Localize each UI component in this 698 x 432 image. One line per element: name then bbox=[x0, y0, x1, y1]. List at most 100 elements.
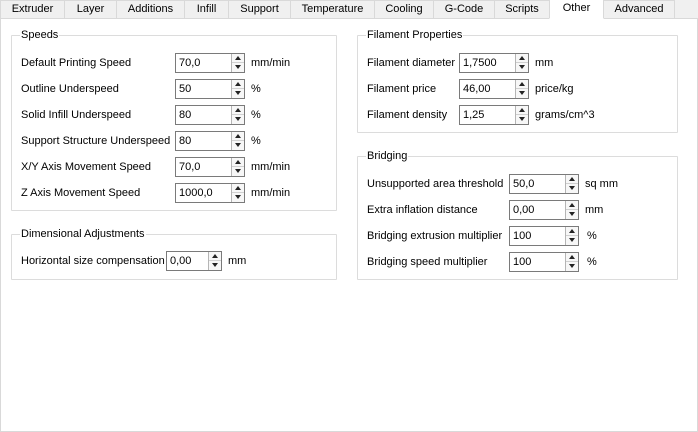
spin-up-button[interactable] bbox=[232, 80, 244, 89]
support-structure-underspeed-unit: % bbox=[251, 135, 261, 147]
unsupported-area-threshold-row: Unsupported area threshold 50,0 sq mm bbox=[367, 174, 672, 194]
spin-down-button[interactable] bbox=[566, 184, 578, 193]
tab-infill[interactable]: Infill bbox=[184, 0, 229, 19]
spinbox-arrows bbox=[565, 201, 578, 219]
default-printing-speed-spinbox[interactable]: 70,0 bbox=[175, 53, 245, 73]
solid-infill-underspeed-value: 80 bbox=[179, 109, 192, 121]
default-printing-speed-label: Default Printing Speed bbox=[21, 57, 132, 69]
spin-down-button[interactable] bbox=[566, 236, 578, 245]
xy-axis-movement-speed-spinbox[interactable]: 70,0 bbox=[175, 157, 245, 177]
spinbox-arrows bbox=[231, 158, 244, 176]
spin-up-button[interactable] bbox=[232, 132, 244, 141]
spin-up-button[interactable] bbox=[566, 227, 578, 236]
xy-axis-movement-speed-row: X/Y Axis Movement Speed 70,0 mm/min bbox=[21, 157, 331, 177]
horizontal-size-compensation-value: 0,00 bbox=[170, 255, 192, 267]
spin-up-button[interactable] bbox=[232, 106, 244, 115]
spin-up-button[interactable] bbox=[516, 106, 528, 115]
arrow-down-icon bbox=[235, 143, 241, 147]
spin-down-button[interactable] bbox=[232, 89, 244, 98]
tab-other[interactable]: Other bbox=[549, 0, 604, 19]
arrow-up-icon bbox=[569, 229, 575, 233]
arrow-up-icon bbox=[519, 108, 525, 112]
support-structure-underspeed-value: 80 bbox=[179, 135, 192, 147]
support-structure-underspeed-spinbox[interactable]: 80 bbox=[175, 131, 245, 151]
spin-down-button[interactable] bbox=[232, 141, 244, 150]
speeds-group-title: Speeds bbox=[20, 28, 60, 42]
unsupported-area-threshold-value: 50,0 bbox=[513, 178, 535, 190]
spin-up-button[interactable] bbox=[232, 184, 244, 193]
arrow-up-icon bbox=[569, 255, 575, 259]
tab-temperature[interactable]: Temperature bbox=[290, 0, 375, 19]
filament-price-spinbox[interactable]: 46,00 bbox=[459, 79, 529, 99]
filament-density-spinbox[interactable]: 1,25 bbox=[459, 105, 529, 125]
z-axis-movement-speed-label: Z Axis Movement Speed bbox=[21, 187, 141, 199]
tab-advanced[interactable]: Advanced bbox=[603, 0, 675, 19]
unsupported-area-threshold-spinbox[interactable]: 50,0 bbox=[509, 174, 579, 194]
spin-up-button[interactable] bbox=[566, 201, 578, 210]
filament-price-row: Filament price 46,00 price/kg bbox=[367, 79, 672, 99]
spin-up-button[interactable] bbox=[232, 158, 244, 167]
xy-axis-movement-speed-label: X/Y Axis Movement Speed bbox=[21, 161, 152, 173]
arrow-up-icon bbox=[235, 82, 241, 86]
spin-up-button[interactable] bbox=[232, 54, 244, 63]
spin-up-button[interactable] bbox=[209, 252, 221, 261]
unsupported-area-threshold-label: Unsupported area threshold bbox=[367, 178, 504, 190]
spinbox-arrows bbox=[565, 253, 578, 271]
bridging-speed-multiplier-unit: % bbox=[587, 256, 597, 268]
filament-diameter-spinbox[interactable]: 1,7500 bbox=[459, 53, 529, 73]
extra-inflation-distance-spinbox[interactable]: 0,00 bbox=[509, 200, 579, 220]
tab-cooling[interactable]: Cooling bbox=[374, 0, 434, 19]
bridging-extrusion-multiplier-spinbox[interactable]: 100 bbox=[509, 226, 579, 246]
tab-additions[interactable]: Additions bbox=[116, 0, 185, 19]
spinbox-arrows bbox=[231, 184, 244, 202]
spinbox-arrows bbox=[515, 80, 528, 98]
solid-infill-underspeed-spinbox[interactable]: 80 bbox=[175, 105, 245, 125]
outline-underspeed-row: Outline Underspeed 50 % bbox=[21, 79, 331, 99]
arrow-up-icon bbox=[519, 56, 525, 60]
support-structure-underspeed-label: Support Structure Underspeed bbox=[21, 135, 171, 147]
tab-gcode[interactable]: G-Code bbox=[433, 0, 495, 19]
filament-diameter-row: Filament diameter 1,7500 mm bbox=[367, 53, 672, 73]
arrow-up-icon bbox=[235, 56, 241, 60]
spin-down-button[interactable] bbox=[232, 115, 244, 124]
spin-up-button[interactable] bbox=[566, 175, 578, 184]
bridging-speed-multiplier-label: Bridging speed multiplier bbox=[367, 256, 488, 268]
tab-support[interactable]: Support bbox=[228, 0, 291, 19]
spin-down-button[interactable] bbox=[566, 210, 578, 219]
tab-layer[interactable]: Layer bbox=[64, 0, 117, 19]
arrow-down-icon bbox=[235, 117, 241, 121]
spin-down-button[interactable] bbox=[209, 261, 221, 270]
xy-axis-movement-speed-value: 70,0 bbox=[179, 161, 201, 173]
spin-down-button[interactable] bbox=[232, 167, 244, 176]
spin-up-button[interactable] bbox=[566, 253, 578, 262]
bridging-extrusion-multiplier-unit: % bbox=[587, 230, 597, 242]
spin-down-button[interactable] bbox=[516, 89, 528, 98]
tab-scripts[interactable]: Scripts bbox=[494, 0, 550, 19]
bridging-group: Bridging Unsupported area threshold 50,0… bbox=[357, 149, 678, 280]
tab-pane-other: Speeds Default Printing Speed 70,0 mm/mi… bbox=[0, 18, 698, 432]
spin-down-button[interactable] bbox=[566, 262, 578, 271]
horizontal-size-compensation-spinbox[interactable]: 0,00 bbox=[166, 251, 222, 271]
arrow-up-icon bbox=[519, 82, 525, 86]
arrow-up-icon bbox=[235, 134, 241, 138]
filament-properties-group-title: Filament Properties bbox=[366, 28, 464, 42]
z-axis-movement-speed-spinbox[interactable]: 1000,0 bbox=[175, 183, 245, 203]
filament-density-value: 1,25 bbox=[463, 109, 485, 121]
unsupported-area-threshold-unit: sq mm bbox=[585, 178, 618, 190]
spinbox-arrows bbox=[231, 54, 244, 72]
extra-inflation-distance-row: Extra inflation distance 0,00 mm bbox=[367, 200, 672, 220]
spin-down-button[interactable] bbox=[516, 63, 528, 72]
arrow-down-icon bbox=[569, 264, 575, 268]
spinbox-arrows bbox=[515, 106, 528, 124]
outline-underspeed-spinbox[interactable]: 50 bbox=[175, 79, 245, 99]
spin-down-button[interactable] bbox=[232, 63, 244, 72]
spin-down-button[interactable] bbox=[516, 115, 528, 124]
spinbox-arrows bbox=[515, 54, 528, 72]
spin-up-button[interactable] bbox=[516, 80, 528, 89]
arrow-down-icon bbox=[519, 65, 525, 69]
bridging-speed-multiplier-spinbox[interactable]: 100 bbox=[509, 252, 579, 272]
spin-up-button[interactable] bbox=[516, 54, 528, 63]
tab-extruder[interactable]: Extruder bbox=[0, 0, 65, 19]
spin-down-button[interactable] bbox=[232, 193, 244, 202]
filament-density-label: Filament density bbox=[367, 109, 448, 121]
